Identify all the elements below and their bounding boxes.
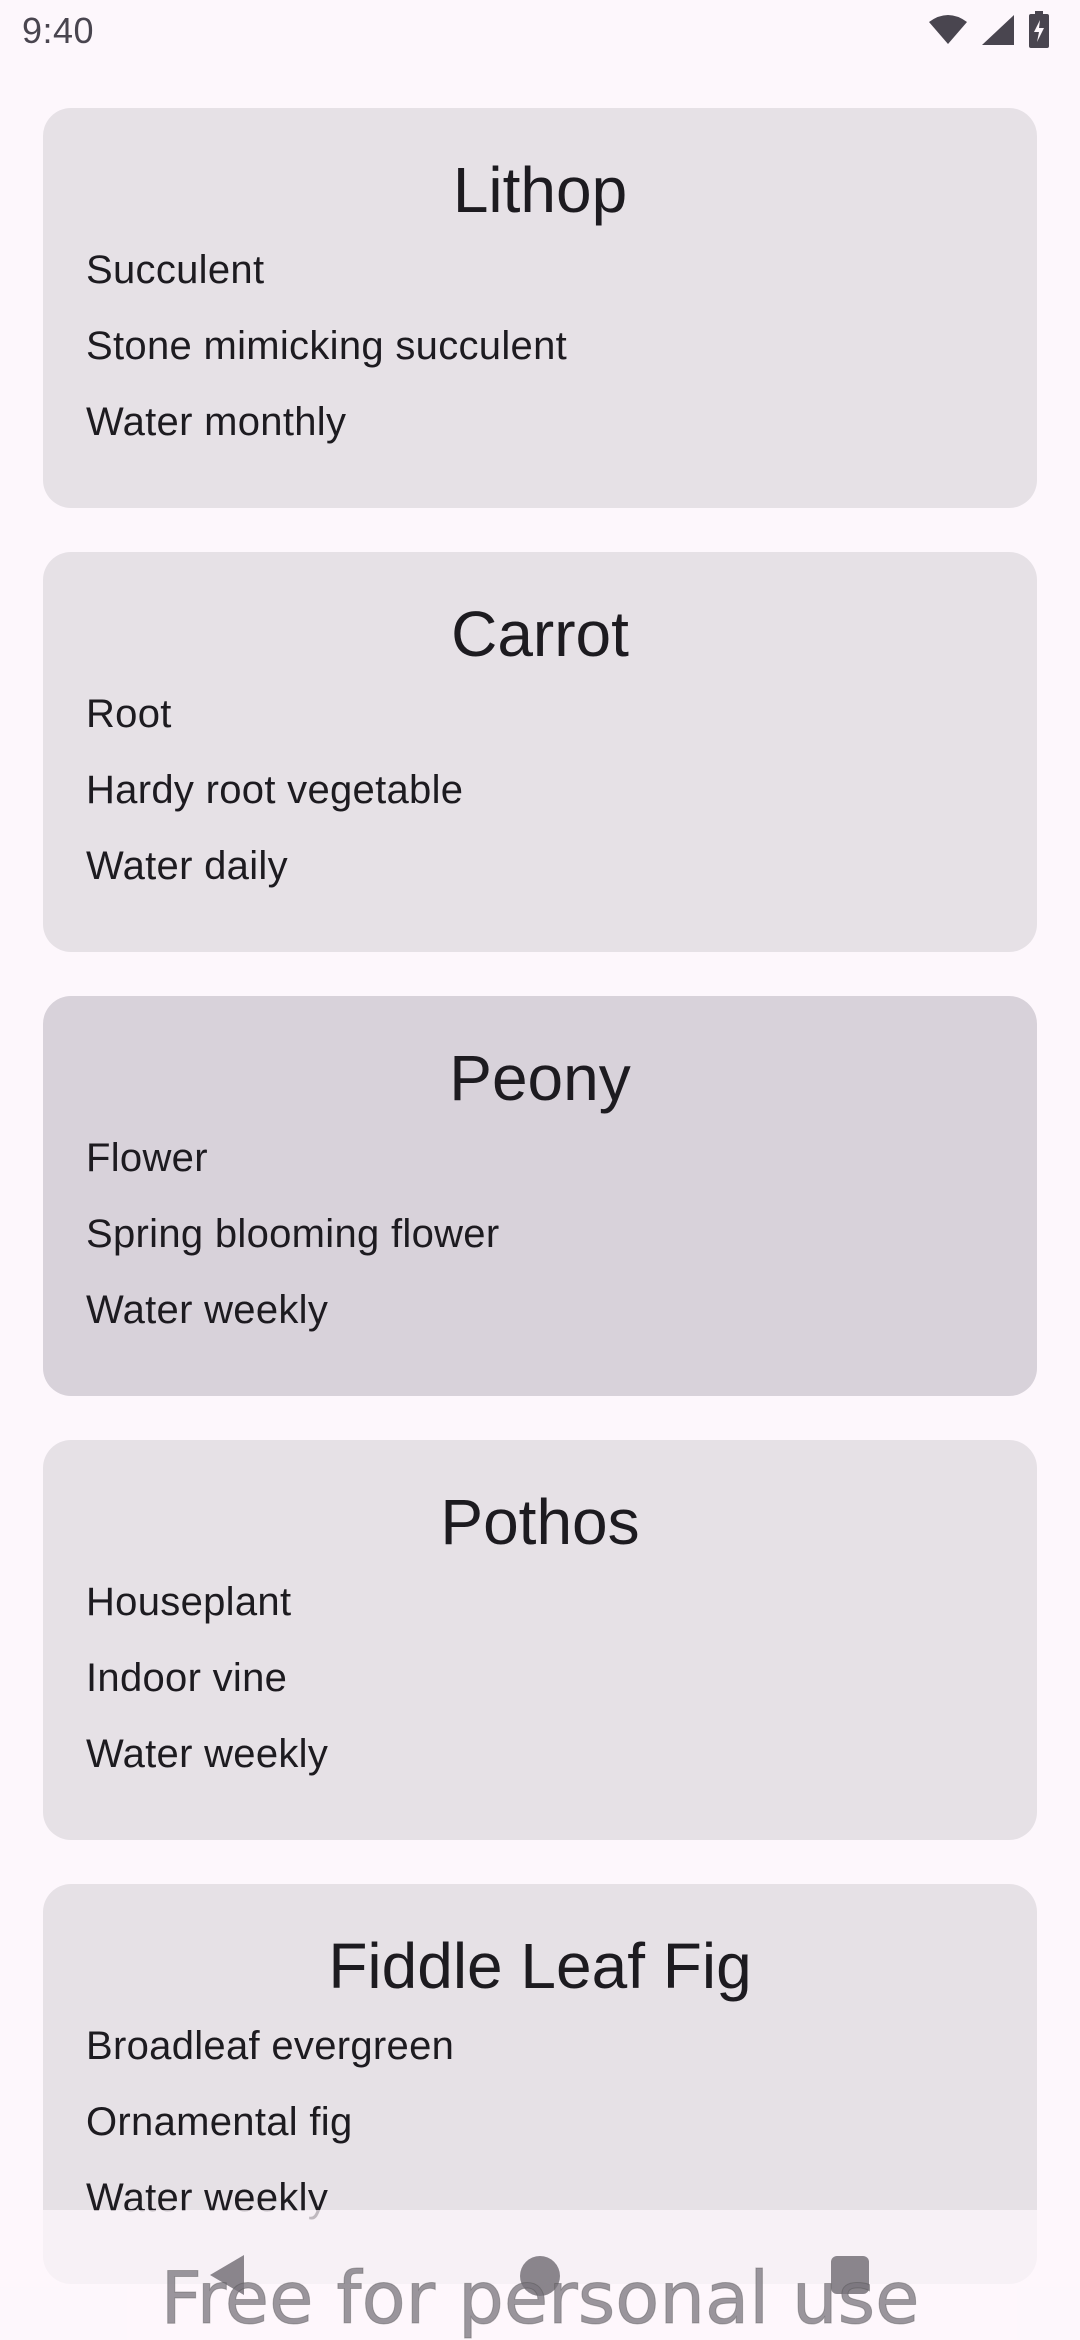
status-bar: 9:40 [0, 0, 1080, 66]
plant-name: Lithop [452, 154, 628, 226]
navigation-bar [0, 2210, 1080, 2340]
plant-description: Indoor vine [86, 1656, 288, 1700]
plant-card[interactable]: Pothos Houseplant Indoor vine Water week… [43, 1440, 1037, 1840]
plant-card[interactable]: Peony Flower Spring blooming flower Wate… [43, 996, 1037, 1396]
status-icons [928, 10, 1050, 54]
plant-description: Stone mimicking succulent [86, 324, 568, 368]
plant-description: Hardy root vegetable [86, 768, 464, 812]
home-icon[interactable] [520, 2256, 560, 2296]
back-icon[interactable] [210, 2255, 244, 2295]
plant-description: Spring blooming flower [86, 1212, 500, 1256]
plant-type: Broadleaf evergreen [86, 2024, 455, 2068]
plant-watering: Water weekly [86, 1732, 329, 1776]
plant-type: Succulent [86, 248, 265, 292]
battery-charging-icon [1028, 10, 1050, 54]
plant-name: Pothos [440, 1486, 640, 1558]
plant-watering: Water daily [86, 844, 288, 888]
plant-name: Carrot [451, 598, 629, 670]
plant-type: Houseplant [86, 1580, 292, 1624]
plant-watering: Water monthly [86, 400, 347, 444]
plant-type: Root [86, 692, 172, 736]
plant-name: Fiddle Leaf Fig [328, 1930, 752, 2002]
wifi-icon [928, 14, 968, 51]
status-time: 9:40 [22, 10, 95, 51]
plant-card[interactable]: Lithop Succulent Stone mimicking succule… [43, 108, 1037, 508]
recents-icon[interactable] [831, 2256, 869, 2294]
signal-icon [980, 13, 1016, 52]
plant-list: Lithop Succulent Stone mimicking succule… [43, 108, 1037, 2328]
plant-type: Flower [86, 1136, 208, 1180]
plant-name: Peony [449, 1042, 631, 1114]
plant-card[interactable]: Carrot Root Hardy root vegetable Water d… [43, 552, 1037, 952]
plant-watering: Water weekly [86, 1288, 329, 1332]
plant-description: Ornamental fig [86, 2100, 353, 2144]
